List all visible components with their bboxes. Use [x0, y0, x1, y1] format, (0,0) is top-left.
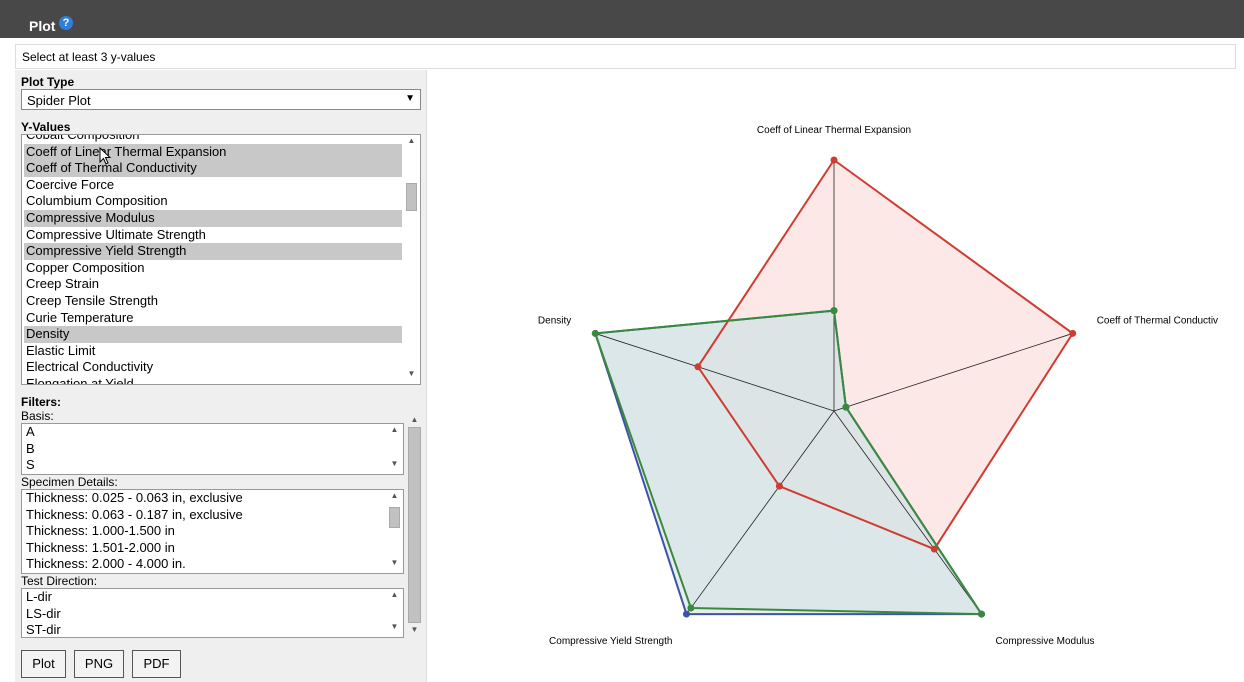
list-item[interactable]: Thickness: 0.063 - 0.187 in, exclusive — [24, 507, 385, 524]
scroll-thumb[interactable] — [408, 427, 421, 623]
spider-chart: Coeff of Linear Thermal Expansion Coeff o… — [428, 70, 1244, 682]
scroll-down-icon[interactable]: ▼ — [386, 558, 403, 572]
list-item[interactable]: Density — [24, 326, 402, 343]
spider-chart-svg: Coeff of Linear Thermal Expansion Coeff o… — [538, 125, 1218, 647]
test-direction-label: Test Direction: — [21, 574, 98, 588]
direction-items: L-dir LS-dir ST-dir — [24, 589, 385, 637]
list-item[interactable]: Thickness: 2.000 - 4.000 in. — [24, 556, 385, 573]
title-bar: Plot ? — [0, 0, 1244, 38]
help-icon[interactable]: ? — [59, 16, 73, 30]
scroll-up-icon[interactable]: ▲ — [386, 590, 403, 604]
list-item[interactable]: Electrical Conductivity — [24, 359, 402, 376]
axis-label: Compressive Yield Strength — [549, 636, 672, 647]
basis-scrollbar[interactable]: ▲ ▼ — [386, 424, 403, 474]
status-message-bar: Select at least 3 y-values — [15, 44, 1236, 69]
scroll-up-icon[interactable]: ▲ — [386, 491, 403, 505]
chevron-down-icon: ▼ — [405, 93, 415, 104]
data-point — [775, 482, 783, 490]
basis-list[interactable]: ABS ▲ ▼ — [21, 423, 404, 475]
list-item[interactable]: L-dir — [24, 589, 385, 606]
list-item[interactable]: Compressive Ultimate Strength — [24, 227, 402, 244]
options-panel: Plot Type Spider Plot ▼ Y-Values Cobalt … — [15, 70, 427, 682]
data-point — [830, 156, 838, 164]
y-values-list[interactable]: Cobalt Composition Coeff of Linear Therma… — [21, 134, 421, 385]
list-item[interactable]: S — [24, 457, 385, 474]
scroll-thumb[interactable] — [389, 507, 400, 528]
scroll-down-icon[interactable]: ▼ — [403, 369, 420, 383]
list-item[interactable]: ST-dir — [24, 622, 385, 637]
list-item[interactable]: Columbium Composition — [24, 193, 402, 210]
list-item[interactable]: Compressive Modulus — [24, 209, 402, 227]
window-title: Plot — [29, 18, 56, 34]
axis-label: Coeff of Thermal Conductiv — [1097, 315, 1218, 326]
specimen-details-label: Specimen Details: — [21, 475, 118, 489]
data-point — [842, 403, 850, 411]
mouse-cursor-icon — [99, 147, 112, 165]
basis-items: ABS — [24, 424, 385, 474]
pdf-button[interactable]: PDF — [132, 650, 181, 678]
basis-label: Basis: — [21, 409, 54, 423]
specimen-details-list[interactable]: Thickness: 0.025 - 0.063 in, exclusive Th… — [21, 489, 404, 574]
filters-scrollbar[interactable]: ▲ ▼ — [406, 415, 423, 637]
list-item[interactable]: LS-dir — [24, 606, 385, 623]
list-item[interactable]: Coeff of Thermal Conductivity — [24, 160, 402, 177]
y-values-items: Cobalt Composition Coeff of Linear Therma… — [24, 135, 402, 384]
list-item[interactable]: Creep Tensile Strength — [24, 293, 402, 310]
list-item[interactable]: Elastic Limit — [24, 343, 402, 360]
list-item[interactable]: Coercive Force — [24, 177, 402, 194]
y-values-label: Y-Values — [21, 120, 71, 134]
scroll-down-icon[interactable]: ▼ — [386, 459, 403, 473]
scroll-up-icon[interactable]: ▲ — [403, 136, 420, 150]
axis-label: Compressive Modulus — [996, 636, 1095, 647]
list-item[interactable]: Compressive Yield Strength — [24, 243, 402, 260]
axis-label: Coeff of Linear Thermal Expansion — [757, 125, 911, 136]
status-message: Select at least 3 y-values — [22, 50, 156, 64]
png-button[interactable]: PNG — [74, 650, 124, 678]
list-item[interactable]: Creep Strain — [24, 276, 402, 293]
direction-scrollbar[interactable]: ▲ ▼ — [386, 589, 403, 637]
data-point — [591, 329, 599, 337]
scroll-down-icon[interactable]: ▼ — [406, 625, 423, 637]
axis-label: Density — [538, 315, 571, 326]
filters-label: Filters: — [21, 395, 62, 409]
data-point — [1069, 329, 1077, 337]
plot-type-select[interactable]: Spider Plot ▼ — [21, 89, 421, 110]
list-item[interactable]: Curie Temperature — [24, 310, 402, 327]
scroll-up-icon[interactable]: ▲ — [386, 425, 403, 439]
list-item[interactable]: Thickness: 1.000-1.500 in — [24, 523, 385, 540]
scroll-thumb[interactable] — [406, 183, 417, 211]
data-point — [687, 604, 695, 612]
data-point — [694, 363, 702, 371]
plot-type-value: Spider Plot — [27, 93, 91, 108]
list-item[interactable]: Thickness: 0.025 - 0.063 in, exclusive — [24, 490, 385, 507]
list-item[interactable]: A — [24, 424, 385, 441]
list-item[interactable]: Elongation at Yield — [24, 376, 402, 384]
list-item[interactable]: Cobalt Composition — [24, 135, 402, 144]
y-values-scrollbar[interactable]: ▲ ▼ — [403, 135, 420, 384]
data-point — [978, 610, 986, 618]
list-item[interactable]: Copper Composition — [24, 260, 402, 277]
specimen-items: Thickness: 0.025 - 0.063 in, exclusive Th… — [24, 490, 385, 573]
plot-button[interactable]: Plot — [21, 650, 66, 678]
test-direction-list[interactable]: L-dir LS-dir ST-dir ▲ ▼ — [21, 588, 404, 638]
scroll-down-icon[interactable]: ▼ — [386, 622, 403, 636]
data-point — [682, 610, 690, 618]
data-point — [830, 307, 838, 315]
plot-type-label: Plot Type — [21, 75, 75, 89]
list-item[interactable]: Thickness: 1.501-2.000 in — [24, 540, 385, 557]
specimen-scrollbar[interactable]: ▲ ▼ — [386, 490, 403, 573]
list-item[interactable]: Coeff of Linear Thermal Expansion — [24, 143, 402, 161]
list-item[interactable]: B — [24, 441, 385, 458]
scroll-up-icon[interactable]: ▲ — [406, 415, 423, 427]
